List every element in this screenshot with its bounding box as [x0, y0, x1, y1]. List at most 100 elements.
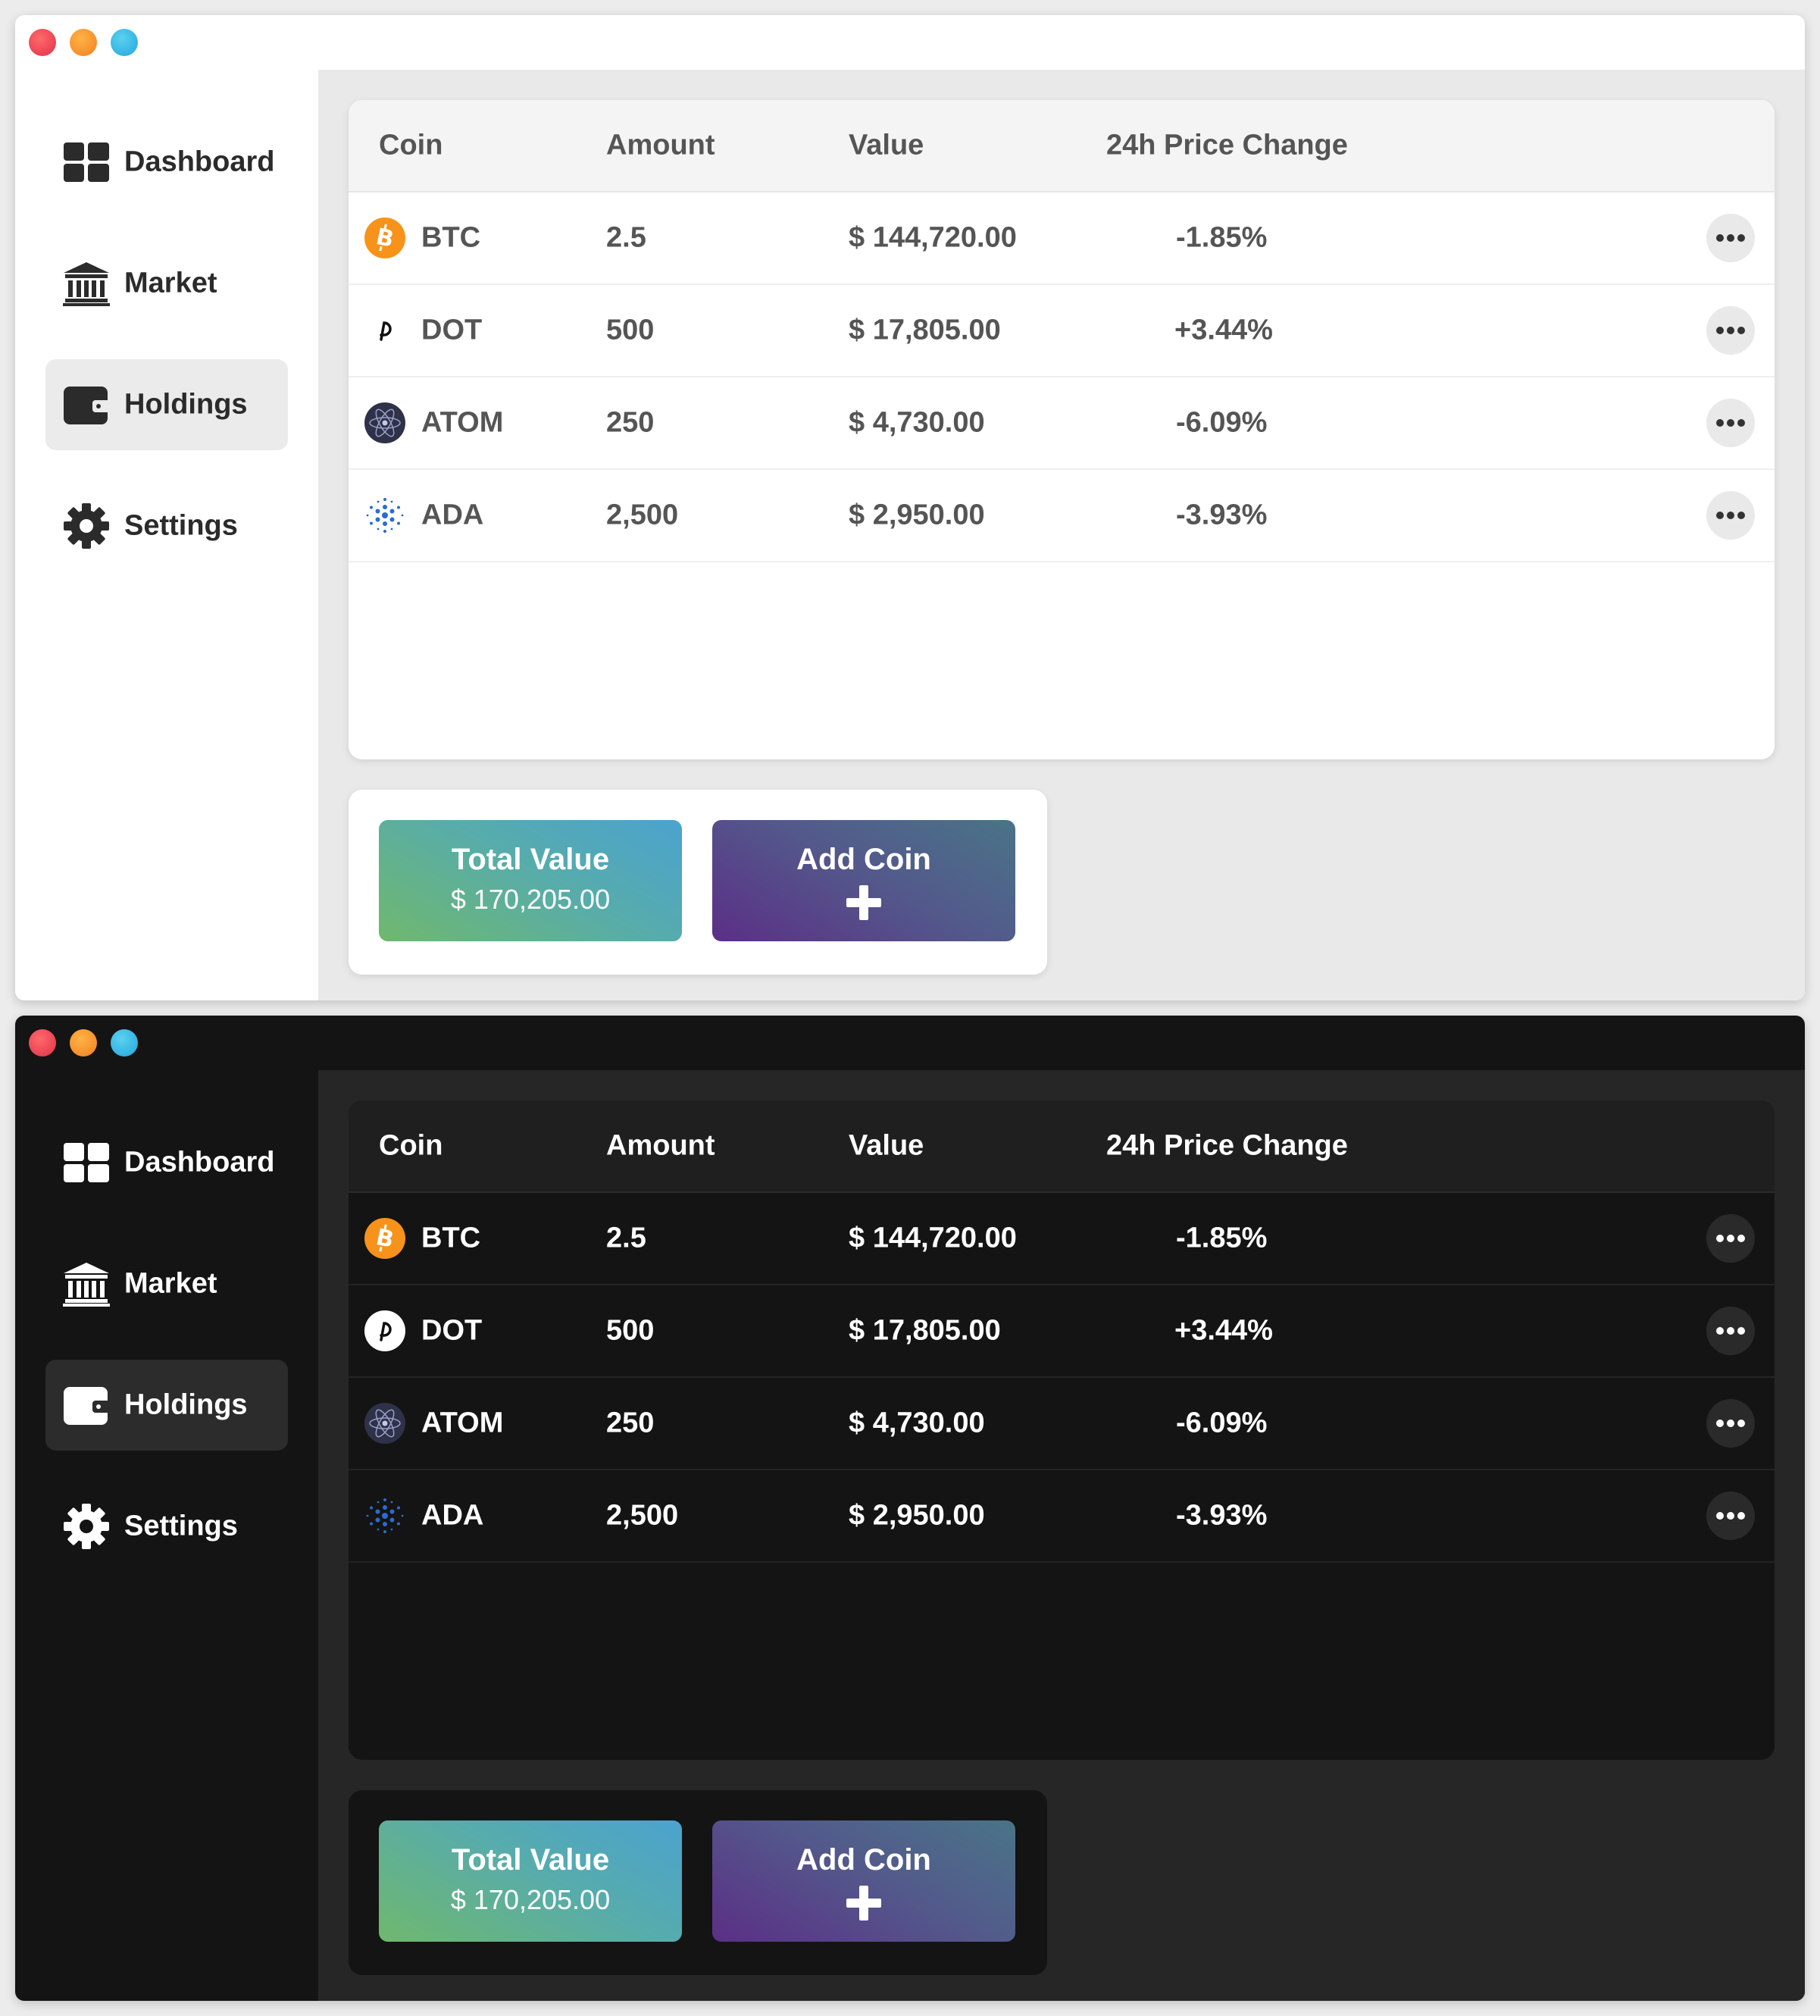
sidebar-item-label: Market [124, 1267, 217, 1300]
row-more-button[interactable] [1706, 1307, 1755, 1355]
coin-amount: 2,500 [606, 1499, 679, 1532]
minimize-window-button[interactable] [70, 29, 97, 56]
coin-change: +3.44% [1174, 314, 1273, 346]
close-window-button[interactable] [29, 1029, 56, 1057]
maximize-window-button[interactable] [111, 29, 138, 56]
maximize-window-button[interactable] [111, 1029, 138, 1057]
table-row[interactable]: DOT 500 $ 17,805.00 +3.44% [349, 285, 1775, 377]
coin-value: $ 17,805.00 [849, 314, 1001, 346]
coin-change: -1.85% [1176, 221, 1268, 254]
plus-icon [846, 885, 881, 920]
coin-value: $ 4,730.00 [849, 1407, 985, 1439]
sidebar-item-label: Dashboard [124, 146, 275, 178]
coin-amount: 2,500 [606, 499, 679, 531]
coin-amount: 2.5 [606, 1222, 646, 1254]
table-row[interactable]: ATOM 250 $ 4,730.00 -6.09% [349, 1378, 1775, 1470]
table-header: Coin Amount Value 24h Price Change [349, 1100, 1775, 1193]
sidebar-item-dashboard[interactable]: Dashboard [45, 1117, 288, 1208]
row-more-button[interactable] [1706, 1399, 1755, 1448]
title-bar [15, 15, 1805, 70]
sidebar-item-label: Holdings [124, 1388, 248, 1421]
column-header-change[interactable]: 24h Price Change [1106, 130, 1348, 162]
cardano-icon [366, 498, 404, 533]
sidebar-item-holdings[interactable]: Holdings [45, 359, 288, 450]
total-value-label: Total Value [451, 1843, 610, 1877]
coin-symbol: ATOM [421, 1407, 504, 1439]
coin-amount: 500 [606, 1314, 655, 1347]
total-value-label: Total Value [451, 843, 610, 876]
table-row[interactable]: B BTC 2.5 $ 144,720.00 -1.85% [349, 1193, 1775, 1285]
add-coin-label: Add Coin [796, 1843, 931, 1877]
sidebar: Dashboard Market Holdings Settings [15, 70, 318, 1000]
sidebar-item-holdings[interactable]: Holdings [45, 1360, 288, 1451]
bank-icon [63, 262, 110, 306]
coin-value: $ 144,720.00 [849, 1222, 1017, 1254]
column-header-coin[interactable]: Coin [379, 130, 442, 162]
table-row[interactable]: ADA 2,500 $ 2,950.00 -3.93% [349, 1470, 1775, 1563]
sidebar-item-label: Settings [124, 1510, 238, 1542]
sidebar-item-market[interactable]: Market [45, 1238, 288, 1329]
coin-symbol: ADA [421, 1499, 484, 1532]
total-value-box: Total Value $ 170,205.00 [379, 820, 682, 941]
coin-symbol: ATOM [421, 406, 504, 439]
column-header-value[interactable]: Value [849, 1130, 924, 1163]
close-window-button[interactable] [29, 29, 56, 56]
total-value-box: Total Value $ 170,205.00 [379, 1820, 682, 1942]
row-more-button[interactable] [1706, 399, 1755, 447]
coin-value: $ 2,950.00 [849, 1499, 985, 1532]
sidebar-item-label: Market [124, 267, 217, 299]
sidebar-item-label: Settings [124, 509, 238, 542]
table-row[interactable]: ATOM 250 $ 4,730.00 -6.09% [349, 377, 1775, 470]
coin-symbol: BTC [421, 1222, 481, 1254]
holdings-table: Coin Amount Value 24h Price Change B BTC… [349, 100, 1775, 759]
main-content: Coin Amount Value 24h Price Change B BTC… [318, 1070, 1805, 2001]
sidebar-item-label: Holdings [124, 388, 248, 421]
sidebar-item-settings[interactable]: Settings [45, 481, 288, 571]
coin-value: $ 17,805.00 [849, 1314, 1001, 1347]
coin-amount: 250 [606, 1407, 655, 1439]
sidebar-item-dashboard[interactable]: Dashboard [45, 117, 288, 208]
minimize-window-button[interactable] [70, 1029, 97, 1057]
cosmos-icon [364, 1403, 405, 1444]
coin-value: $ 144,720.00 [849, 221, 1017, 254]
coin-value: $ 4,730.00 [849, 406, 985, 439]
bitcoin-icon: B [364, 1218, 405, 1259]
column-header-amount[interactable]: Amount [606, 130, 715, 162]
coin-change: -3.93% [1176, 1499, 1268, 1532]
row-more-button[interactable] [1706, 306, 1755, 355]
add-coin-label: Add Coin [796, 843, 931, 876]
sidebar: Dashboard Market Holdings Settings [15, 1070, 318, 2001]
column-header-change[interactable]: 24h Price Change [1106, 1130, 1348, 1163]
row-more-button[interactable] [1706, 214, 1755, 262]
add-coin-button[interactable]: Add Coin [712, 1820, 1015, 1942]
coin-symbol: BTC [421, 221, 481, 254]
column-header-value[interactable]: Value [849, 130, 924, 162]
total-value-amount: $ 170,205.00 [450, 1884, 611, 1915]
dashboard-icon [64, 1143, 109, 1182]
table-row[interactable]: DOT 500 $ 17,805.00 +3.44% [349, 1285, 1775, 1378]
sidebar-item-settings[interactable]: Settings [45, 1481, 288, 1572]
row-more-button[interactable] [1706, 1214, 1755, 1263]
row-more-button[interactable] [1706, 1492, 1755, 1540]
polkadot-icon [364, 310, 405, 351]
row-more-button[interactable] [1706, 491, 1755, 540]
window-light: Dashboard Market Holdings Settings Coin … [15, 15, 1805, 1000]
gear-icon [64, 1504, 109, 1549]
add-coin-button[interactable]: Add Coin [712, 820, 1015, 941]
column-header-coin[interactable]: Coin [379, 1130, 442, 1163]
wallet-icon [64, 387, 111, 424]
table-row[interactable]: B BTC 2.5 $ 144,720.00 -1.85% [349, 193, 1775, 285]
holdings-table: Coin Amount Value 24h Price Change B BTC… [349, 1100, 1775, 1760]
window-dark: Dashboard Market Holdings Settings Coin … [15, 1016, 1805, 2001]
coin-amount: 250 [606, 406, 655, 439]
gear-icon [64, 503, 109, 549]
column-header-amount[interactable]: Amount [606, 1130, 715, 1163]
cardano-icon [366, 1498, 404, 1533]
sidebar-item-market[interactable]: Market [45, 238, 288, 329]
total-value-amount: $ 170,205.00 [450, 884, 611, 915]
plus-icon [846, 1886, 881, 1921]
main-content: Coin Amount Value 24h Price Change B BTC… [318, 70, 1805, 1000]
sidebar-item-label: Dashboard [124, 1146, 275, 1179]
wallet-icon [64, 1387, 111, 1425]
table-row[interactable]: ADA 2,500 $ 2,950.00 -3.93% [349, 470, 1775, 562]
